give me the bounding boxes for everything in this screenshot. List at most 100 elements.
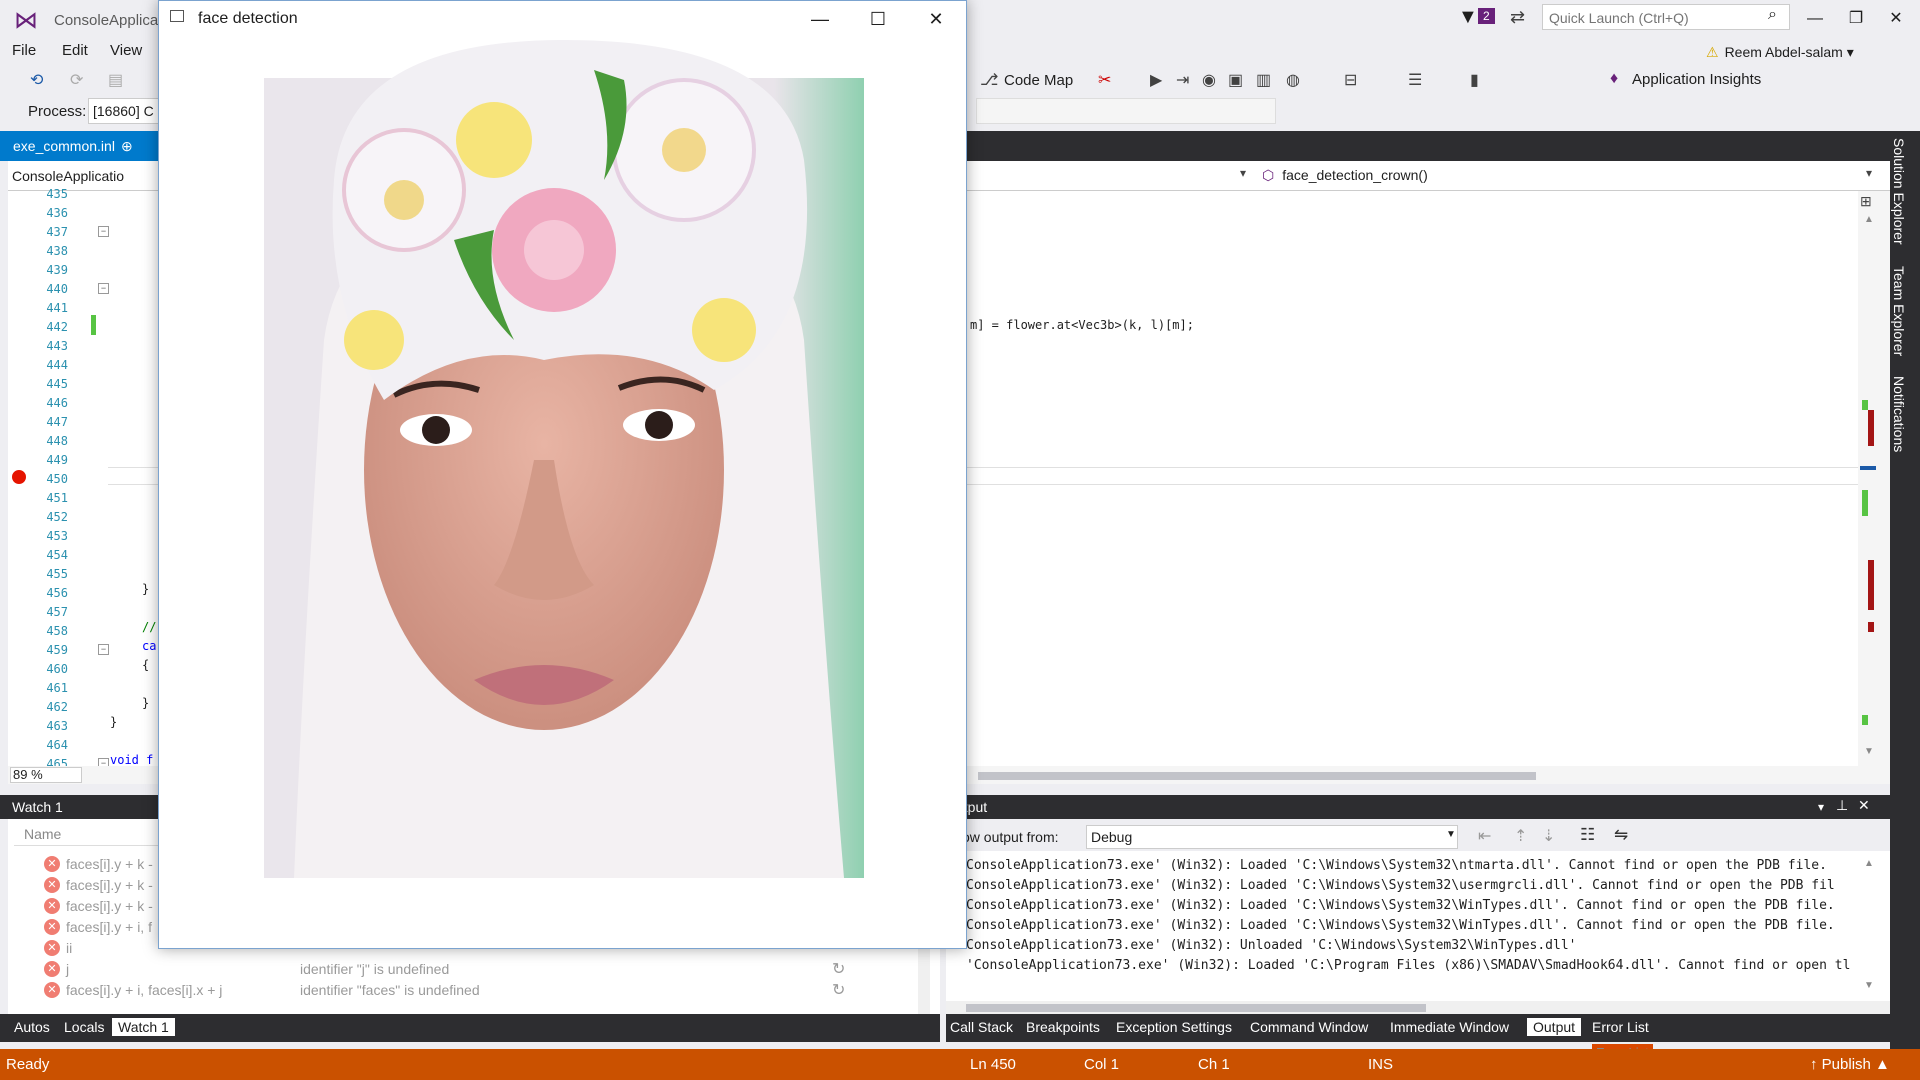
project-scope-dropdown[interactable]: ConsoleApplicatio — [12, 168, 160, 184]
status-ready: Ready — [6, 1056, 50, 1073]
output-source-select[interactable]: Debug — [1086, 825, 1458, 849]
scroll-down-icon[interactable]: ▼ — [1864, 746, 1874, 757]
status-bar — [0, 1049, 1920, 1080]
tab-autos[interactable]: Autos — [14, 1019, 50, 1035]
chevron-down-icon[interactable]: ▾ — [1866, 166, 1872, 180]
fd-maximize-button[interactable]: ☐ — [860, 6, 896, 32]
menu-view[interactable]: View — [110, 42, 142, 59]
refresh-icon[interactable]: ↻ — [832, 959, 845, 979]
line-number: 447 — [46, 415, 68, 429]
minimize-button[interactable]: — — [1797, 6, 1833, 32]
watch-row-name[interactable]: faces[i].y + k - — [66, 898, 153, 914]
scroll-up-icon[interactable]: ▲ — [1864, 214, 1874, 225]
watch-row-name[interactable]: faces[i].y + i, faces[i].x + j — [66, 982, 222, 998]
application-insights-button[interactable]: Application Insights — [1632, 71, 1761, 88]
scroll-down-icon[interactable]: ▼ — [1864, 980, 1874, 991]
tab-immediate-window[interactable]: Immediate Window — [1390, 1019, 1509, 1035]
back-icon[interactable]: ⟲ — [30, 70, 43, 90]
globe-icon[interactable]: ◍ — [1286, 70, 1300, 90]
menu-edit[interactable]: Edit — [62, 42, 88, 59]
fold-toggle-icon[interactable]: − — [98, 283, 109, 294]
continue-icon[interactable]: ▶ — [1150, 70, 1162, 90]
fd-minimize-button[interactable]: — — [802, 6, 838, 32]
pin-icon[interactable]: ⊥ — [1836, 797, 1848, 814]
app-title: ConsoleApplica — [54, 12, 159, 29]
process-select[interactable]: [16860] C — [88, 98, 160, 124]
scroll-position-marker — [1860, 466, 1876, 470]
breakpoint-icon[interactable] — [11, 469, 27, 485]
stack-frame-select[interactable] — [976, 98, 1276, 124]
zoom-select[interactable]: 89 % — [10, 767, 82, 783]
tab-exception-settings[interactable]: Exception Settings — [1116, 1019, 1232, 1035]
yellow-flower — [692, 298, 756, 362]
chevron-down-icon[interactable]: ▼ — [1446, 829, 1456, 840]
forward-icon[interactable]: ⟳ — [70, 70, 83, 90]
diagnostics-icon[interactable]: ✂ — [1098, 70, 1111, 90]
clear-all-icon[interactable]: ☷ — [1580, 825, 1595, 845]
new-project-icon[interactable]: ▤ — [108, 70, 123, 90]
comment-icon[interactable]: ⊟ — [1344, 70, 1357, 90]
tab-team-explorer[interactable]: Team Explorer — [1891, 266, 1907, 356]
tab-notifications[interactable]: Notifications — [1891, 376, 1907, 452]
tab-breakpoints[interactable]: Breakpoints — [1026, 1019, 1100, 1035]
code-map-button[interactable]: Code Map — [1004, 72, 1073, 89]
line-number: 460 — [46, 662, 68, 676]
close-button[interactable]: ✕ — [1878, 6, 1914, 32]
find-message-icon[interactable]: ⇤ — [1478, 826, 1491, 846]
menu-file[interactable]: File — [12, 42, 36, 59]
tab-exe-common[interactable]: exe_common.inl ⊕ — [0, 131, 160, 161]
word-wrap-icon[interactable]: ⇋ — [1614, 825, 1628, 845]
fd-close-button[interactable]: ✕ — [918, 6, 954, 32]
watch-row-name[interactable]: ii — [66, 940, 72, 956]
prev-message-icon[interactable]: ⇡ — [1514, 826, 1527, 846]
line-number: 446 — [46, 396, 68, 410]
notification-count-badge[interactable]: 2 — [1478, 8, 1495, 24]
search-icon[interactable]: ⌕ — [1768, 6, 1777, 24]
face-photo-with-flower-crown — [264, 40, 864, 878]
console-icon[interactable]: ▣ — [1228, 70, 1243, 90]
tab-output[interactable]: Output — [1527, 1018, 1582, 1036]
layout-icon[interactable]: ▥ — [1256, 70, 1271, 90]
quick-launch-input[interactable] — [1547, 6, 1761, 30]
tab-call-stack[interactable]: Call Stack — [950, 1019, 1013, 1035]
quick-launch-box[interactable] — [1542, 4, 1790, 30]
watch-row-name[interactable]: faces[i].y + i, f — [66, 919, 152, 935]
tab-locals[interactable]: Locals — [64, 1019, 104, 1035]
bookmark-icon[interactable]: ▮ — [1470, 70, 1479, 90]
watch-scrollbar[interactable] — [918, 940, 930, 1014]
output-scroll-thumb[interactable] — [966, 1004, 1426, 1012]
tab-command-window[interactable]: Command Window — [1250, 1019, 1368, 1035]
split-icon[interactable]: ⊞ — [1860, 193, 1872, 210]
tab-solution-explorer[interactable]: Solution Explorer — [1891, 138, 1907, 245]
pin-icon[interactable]: ⊕ — [121, 138, 133, 154]
step-into-icon[interactable]: ⇥ — [1176, 70, 1189, 90]
line-number: 458 — [46, 624, 68, 638]
watch-row-name[interactable]: faces[i].y + k - — [66, 877, 153, 893]
chevron-down-icon[interactable]: ▾ — [1240, 166, 1246, 180]
publish-button[interactable]: ↑ Publish ▲ — [1810, 1056, 1890, 1073]
editor-horizontal-scrollbar[interactable] — [978, 772, 1536, 780]
watch-row-name[interactable]: j — [66, 961, 69, 977]
member-dropdown[interactable]: ⬡ face_detection_crown() — [1262, 167, 1428, 184]
error-icon: ✕ — [44, 877, 60, 893]
refresh-icon[interactable]: ↻ — [832, 980, 845, 1000]
code-map-icon[interactable]: ⎇ — [980, 70, 998, 90]
restore-button[interactable]: ❐ — [1838, 6, 1874, 32]
close-icon[interactable]: ✕ — [1858, 797, 1870, 814]
scroll-up-icon[interactable]: ▲ — [1864, 858, 1874, 869]
tab-watch-1[interactable]: Watch 1 — [112, 1018, 175, 1036]
panel-dropdown-icon[interactable]: ▾ — [1818, 800, 1824, 814]
fold-toggle-icon[interactable]: − — [98, 644, 109, 655]
window-icon — [170, 10, 184, 22]
indent-icon[interactable]: ☰ — [1408, 70, 1422, 90]
feedback-icon[interactable]: ⇄ — [1510, 7, 1525, 28]
next-message-icon[interactable]: ⇣ — [1542, 826, 1555, 846]
camera-icon[interactable]: ◉ — [1202, 70, 1216, 90]
user-account[interactable]: ⚠ Reem Abdel-salam ▾ — [1706, 44, 1854, 61]
fold-toggle-icon[interactable]: − — [98, 226, 109, 237]
line-number: 462 — [46, 700, 68, 714]
watch-row-name[interactable]: faces[i].y + k - — [66, 856, 153, 872]
notifications-flag-icon[interactable]: ▼ — [1458, 6, 1478, 29]
tab-error-list[interactable]: Error List — [1592, 1019, 1649, 1035]
editor-vertical-scrollbar[interactable] — [1858, 191, 1890, 766]
